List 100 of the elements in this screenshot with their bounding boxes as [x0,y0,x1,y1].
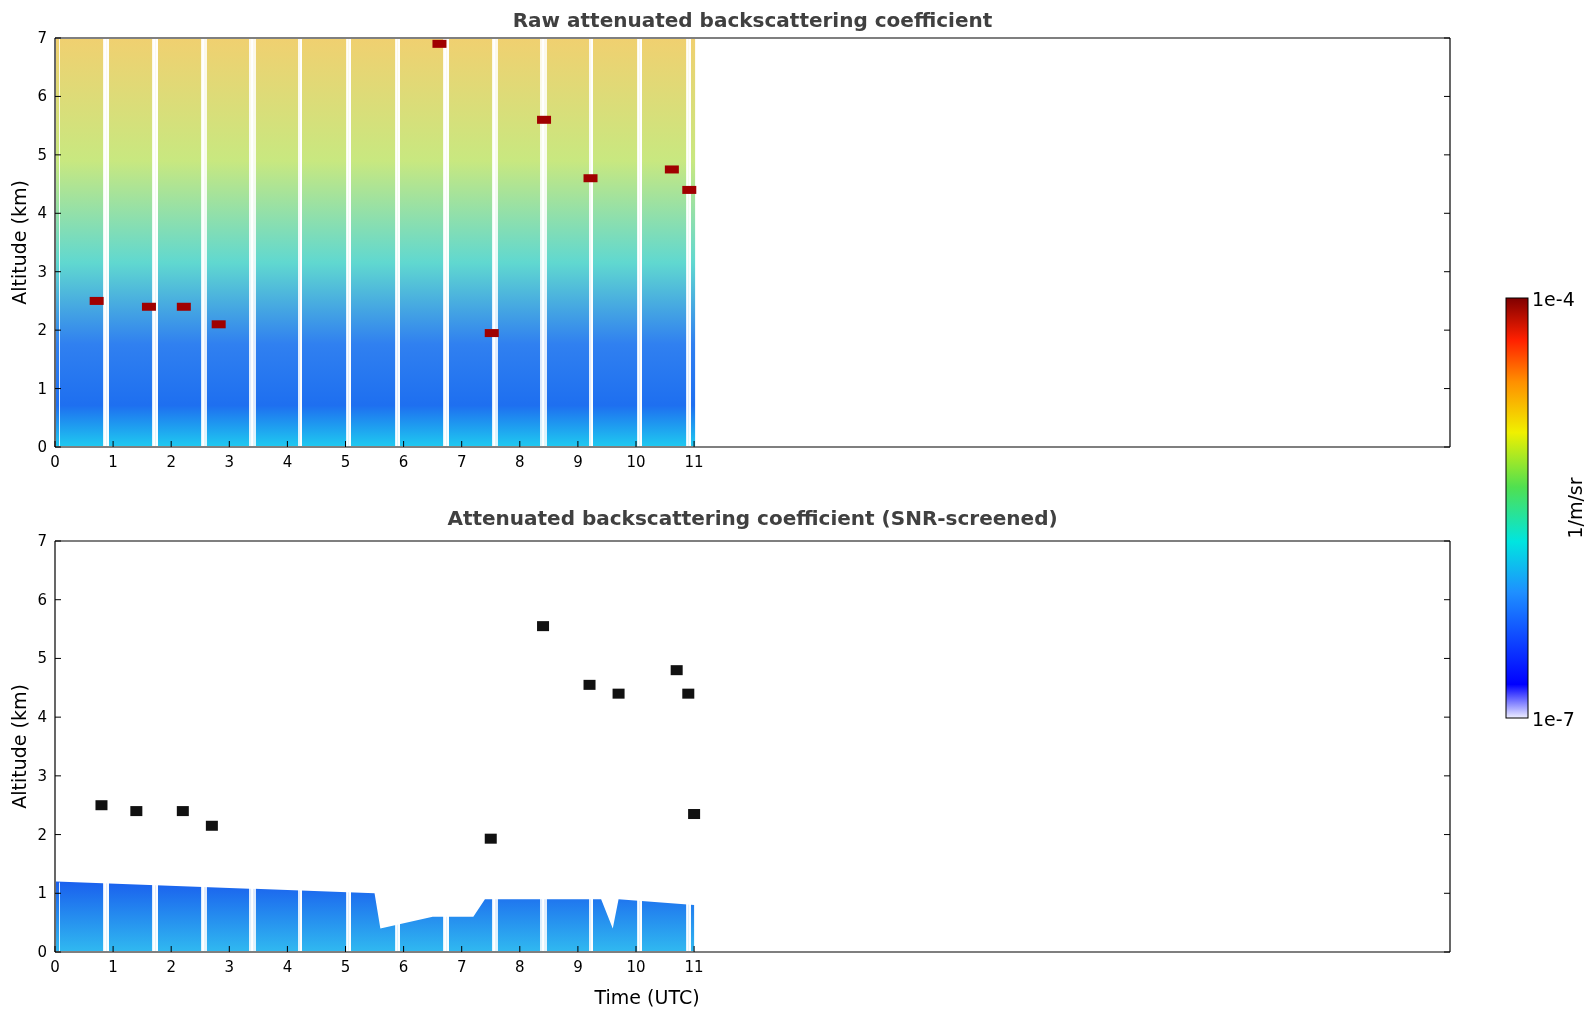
tick-mark [54,540,62,542]
tick-mark [693,945,695,953]
tick-mark [54,657,62,659]
tick-mark [54,775,62,777]
tick-mark [1443,212,1451,214]
tick-mark [1443,892,1451,894]
tick-label: 2 [166,958,176,976]
tick-mark [1443,446,1451,448]
tick-mark [54,95,62,97]
tick-label: 7 [37,532,47,550]
tick-mark [403,945,405,953]
tick-label: 1 [108,453,118,471]
chart-title: Raw attenuated backscattering coefficient [512,8,993,32]
tick-label: 2 [37,825,47,844]
tick-mark [170,440,172,448]
cloud-patch [664,165,679,174]
tick-label: 8 [515,453,525,471]
tick-label: 11 [684,453,704,471]
tick-label: 10 [626,958,646,976]
cloud-patch [612,688,625,699]
tick-label: 9 [573,453,583,471]
cloud-patch [89,296,104,305]
tick-label: 1 [108,958,118,976]
tick-mark [1443,329,1451,331]
tick-mark [635,945,637,953]
tick-label: 5 [37,145,47,164]
tick-label: 3 [224,453,235,471]
axis-label: Altitude (km) [8,180,30,305]
cloud-patch [176,302,191,311]
tick-mark [1443,95,1451,97]
tick-mark [54,154,62,156]
tick-mark [693,440,695,448]
axis-label: Altitude (km) [8,684,30,809]
cloud-patch [205,820,218,831]
tick-label: 9 [573,958,583,976]
cloud-patch [670,665,683,676]
tick-mark [112,440,114,448]
tick-mark [1443,37,1451,39]
tick-label: 7 [37,29,47,47]
cloud-patch [537,115,552,124]
tick-label: 5 [340,453,351,471]
cloud-patch [583,679,596,690]
tick-label: 3 [37,766,47,785]
tick-label: 0 [37,943,47,961]
tick-mark [286,440,288,448]
tick-mark [54,834,62,836]
tick-mark [1443,775,1451,777]
tick-label: 6 [398,958,409,976]
tick-label: 5 [37,649,47,668]
tick-label: 6 [37,87,47,106]
cloud-patch [682,688,695,699]
tick-label: 0 [37,438,47,456]
tick-mark [635,440,637,448]
tick-mark [1443,154,1451,156]
tick-mark [1443,657,1451,659]
cloud-patch [432,39,447,48]
tick-mark [1443,716,1451,718]
cloud-patch [141,302,156,311]
tick-label: 11 [684,958,704,976]
tick-label: 6 [37,590,47,609]
tick-mark [54,892,62,894]
cloud-patch [484,833,497,844]
tick-label: 5 [340,958,351,976]
colorbar-unit: 1/m/sr [1564,477,1586,539]
tick-label: 10 [626,453,646,471]
tick-mark [54,212,62,214]
tick-mark [54,271,62,273]
axis-label: Time (UTC) [594,986,700,1008]
tick-mark [1443,951,1451,953]
tick-mark [112,945,114,953]
tick-label: 7 [456,453,467,471]
tick-mark [54,716,62,718]
tick-mark [345,440,346,448]
cloud-patch [176,806,189,817]
tick-label: 8 [515,958,525,976]
tick-mark [54,599,62,601]
tick-label: 4 [37,204,47,223]
tick-label: 6 [398,453,409,471]
tick-mark [1443,599,1451,601]
tick-mark [461,945,463,953]
tick-label: 4 [282,453,293,471]
tick-label: 0 [50,453,60,471]
tick-mark [54,388,62,390]
tick-label: 4 [37,708,47,727]
cloud-patch [130,806,143,817]
tick-mark [1443,834,1451,836]
tick-label: 2 [166,453,176,471]
tick-label: 4 [282,958,293,976]
chart-title: Attenuated backscattering coefficient (SNR-screened) [447,506,1058,530]
tick-mark [54,329,62,331]
tick-label: 2 [37,321,47,340]
tick-label: 1 [37,379,47,398]
colorbar-label: 1e-7 [1532,708,1575,730]
tick-mark [577,440,579,448]
tick-mark [403,440,405,448]
tick-label: 0 [50,958,60,976]
cloud-patch [688,809,701,819]
tick-label: 1 [37,884,47,903]
tick-label: 3 [224,958,235,976]
cloud-patch [211,320,226,329]
